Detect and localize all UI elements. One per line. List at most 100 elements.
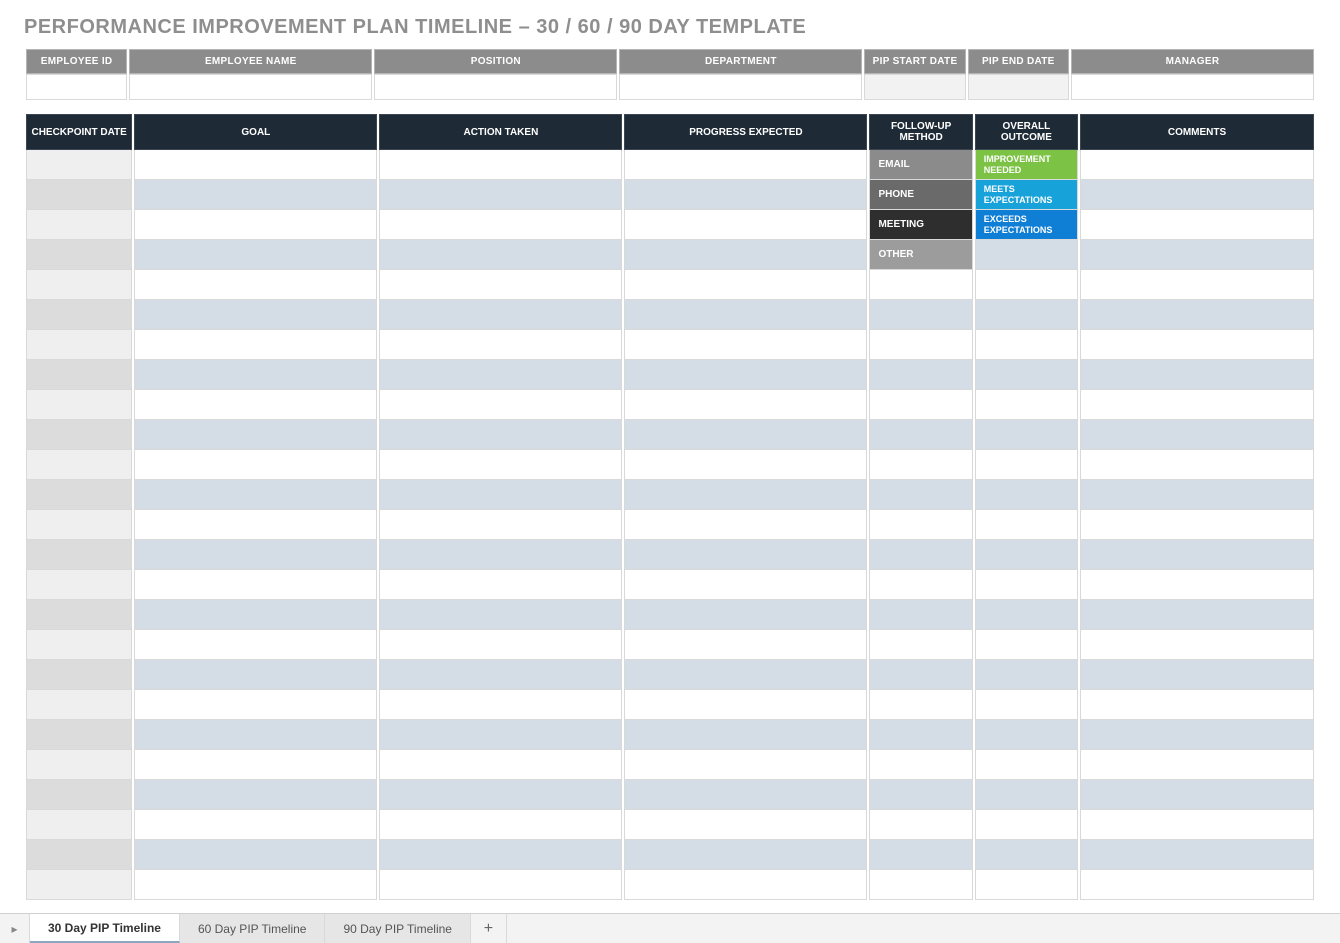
cell-followup-method[interactable]: [869, 600, 972, 630]
cell-checkpoint-date[interactable]: [26, 330, 132, 360]
cell-progress-expected[interactable]: [624, 240, 867, 270]
cell-comments[interactable]: [1080, 150, 1314, 180]
cell-checkpoint-date[interactable]: [26, 300, 132, 330]
cell-goal[interactable]: [134, 780, 377, 810]
cell-goal[interactable]: [134, 360, 377, 390]
cell-progress-expected[interactable]: [624, 330, 867, 360]
cell-checkpoint-date[interactable]: [26, 570, 132, 600]
cell-comments[interactable]: [1080, 180, 1314, 210]
cell-overall-outcome[interactable]: [975, 300, 1078, 330]
cell-action-taken[interactable]: [379, 720, 622, 750]
cell-progress-expected[interactable]: [624, 750, 867, 780]
cell-goal[interactable]: [134, 870, 377, 900]
cell-checkpoint-date[interactable]: [26, 150, 132, 180]
cell-action-taken[interactable]: [379, 240, 622, 270]
cell-comments[interactable]: [1080, 240, 1314, 270]
tab-30-day[interactable]: 30 Day PIP Timeline: [30, 914, 180, 943]
cell-action-taken[interactable]: [379, 660, 622, 690]
cell-action-taken[interactable]: [379, 810, 622, 840]
cell-goal[interactable]: [134, 390, 377, 420]
info-cell-employee-id[interactable]: [26, 74, 127, 100]
cell-overall-outcome[interactable]: [975, 750, 1078, 780]
cell-comments[interactable]: [1080, 450, 1314, 480]
cell-progress-expected[interactable]: [624, 180, 867, 210]
cell-action-taken[interactable]: [379, 780, 622, 810]
cell-followup-method[interactable]: [869, 480, 972, 510]
cell-progress-expected[interactable]: [624, 600, 867, 630]
cell-overall-outcome[interactable]: [975, 780, 1078, 810]
cell-progress-expected[interactable]: [624, 450, 867, 480]
cell-action-taken[interactable]: [379, 420, 622, 450]
cell-followup-method[interactable]: [869, 330, 972, 360]
cell-followup-method[interactable]: [869, 420, 972, 450]
cell-checkpoint-date[interactable]: [26, 480, 132, 510]
info-cell-manager[interactable]: [1071, 74, 1314, 100]
cell-overall-outcome[interactable]: [975, 240, 1078, 270]
cell-progress-expected[interactable]: [624, 210, 867, 240]
cell-followup-method[interactable]: [869, 780, 972, 810]
cell-overall-outcome[interactable]: [975, 360, 1078, 390]
cell-progress-expected[interactable]: [624, 810, 867, 840]
cell-comments[interactable]: [1080, 630, 1314, 660]
cell-comments[interactable]: [1080, 750, 1314, 780]
cell-checkpoint-date[interactable]: [26, 510, 132, 540]
cell-checkpoint-date[interactable]: [26, 180, 132, 210]
outcome-option-meets[interactable]: MEETS EXPECTATIONS: [976, 180, 1077, 209]
cell-checkpoint-date[interactable]: [26, 690, 132, 720]
cell-checkpoint-date[interactable]: [26, 270, 132, 300]
followup-option-phone[interactable]: PHONE: [870, 180, 971, 209]
cell-action-taken[interactable]: [379, 870, 622, 900]
cell-progress-expected[interactable]: [624, 420, 867, 450]
cell-checkpoint-date[interactable]: [26, 630, 132, 660]
cell-overall-outcome[interactable]: [975, 450, 1078, 480]
cell-checkpoint-date[interactable]: [26, 420, 132, 450]
cell-comments[interactable]: [1080, 780, 1314, 810]
cell-comments[interactable]: [1080, 300, 1314, 330]
cell-overall-outcome[interactable]: [975, 420, 1078, 450]
cell-checkpoint-date[interactable]: [26, 240, 132, 270]
cell-action-taken[interactable]: [379, 450, 622, 480]
cell-action-taken[interactable]: [379, 480, 622, 510]
cell-comments[interactable]: [1080, 810, 1314, 840]
cell-comments[interactable]: [1080, 600, 1314, 630]
cell-checkpoint-date[interactable]: [26, 810, 132, 840]
cell-goal[interactable]: [134, 450, 377, 480]
info-cell-position[interactable]: [374, 74, 617, 100]
cell-comments[interactable]: [1080, 840, 1314, 870]
cell-progress-expected[interactable]: [624, 720, 867, 750]
cell-checkpoint-date[interactable]: [26, 360, 132, 390]
followup-option-email[interactable]: EMAIL: [870, 150, 971, 179]
info-cell-department[interactable]: [619, 74, 862, 100]
cell-followup-method[interactable]: [869, 360, 972, 390]
cell-goal[interactable]: [134, 240, 377, 270]
cell-goal[interactable]: [134, 840, 377, 870]
outcome-option-improvement[interactable]: IMPROVEMENT NEEDED: [976, 150, 1077, 179]
cell-followup-method[interactable]: [869, 540, 972, 570]
cell-followup-method[interactable]: [869, 390, 972, 420]
cell-comments[interactable]: [1080, 360, 1314, 390]
cell-comments[interactable]: [1080, 270, 1314, 300]
cell-comments[interactable]: [1080, 330, 1314, 360]
cell-action-taken[interactable]: [379, 390, 622, 420]
cell-comments[interactable]: [1080, 390, 1314, 420]
cell-goal[interactable]: [134, 510, 377, 540]
cell-checkpoint-date[interactable]: [26, 660, 132, 690]
cell-goal[interactable]: [134, 210, 377, 240]
cell-comments[interactable]: [1080, 690, 1314, 720]
cell-progress-expected[interactable]: [624, 870, 867, 900]
outcome-option-exceeds[interactable]: EXCEEDS EXPECTATIONS: [976, 210, 1077, 239]
tab-60-day[interactable]: 60 Day PIP Timeline: [180, 914, 326, 943]
cell-goal[interactable]: [134, 150, 377, 180]
cell-action-taken[interactable]: [379, 600, 622, 630]
info-cell-pip-start[interactable]: [864, 74, 965, 100]
cell-action-taken[interactable]: [379, 750, 622, 780]
cell-followup-method[interactable]: [869, 510, 972, 540]
cell-comments[interactable]: [1080, 420, 1314, 450]
cell-checkpoint-date[interactable]: [26, 780, 132, 810]
cell-followup-method[interactable]: [869, 870, 972, 900]
info-cell-pip-end[interactable]: [968, 74, 1069, 100]
cell-goal[interactable]: [134, 570, 377, 600]
tab-90-day[interactable]: 90 Day PIP Timeline: [325, 914, 471, 943]
cell-overall-outcome[interactable]: [975, 720, 1078, 750]
info-cell-employee-name[interactable]: [129, 74, 372, 100]
